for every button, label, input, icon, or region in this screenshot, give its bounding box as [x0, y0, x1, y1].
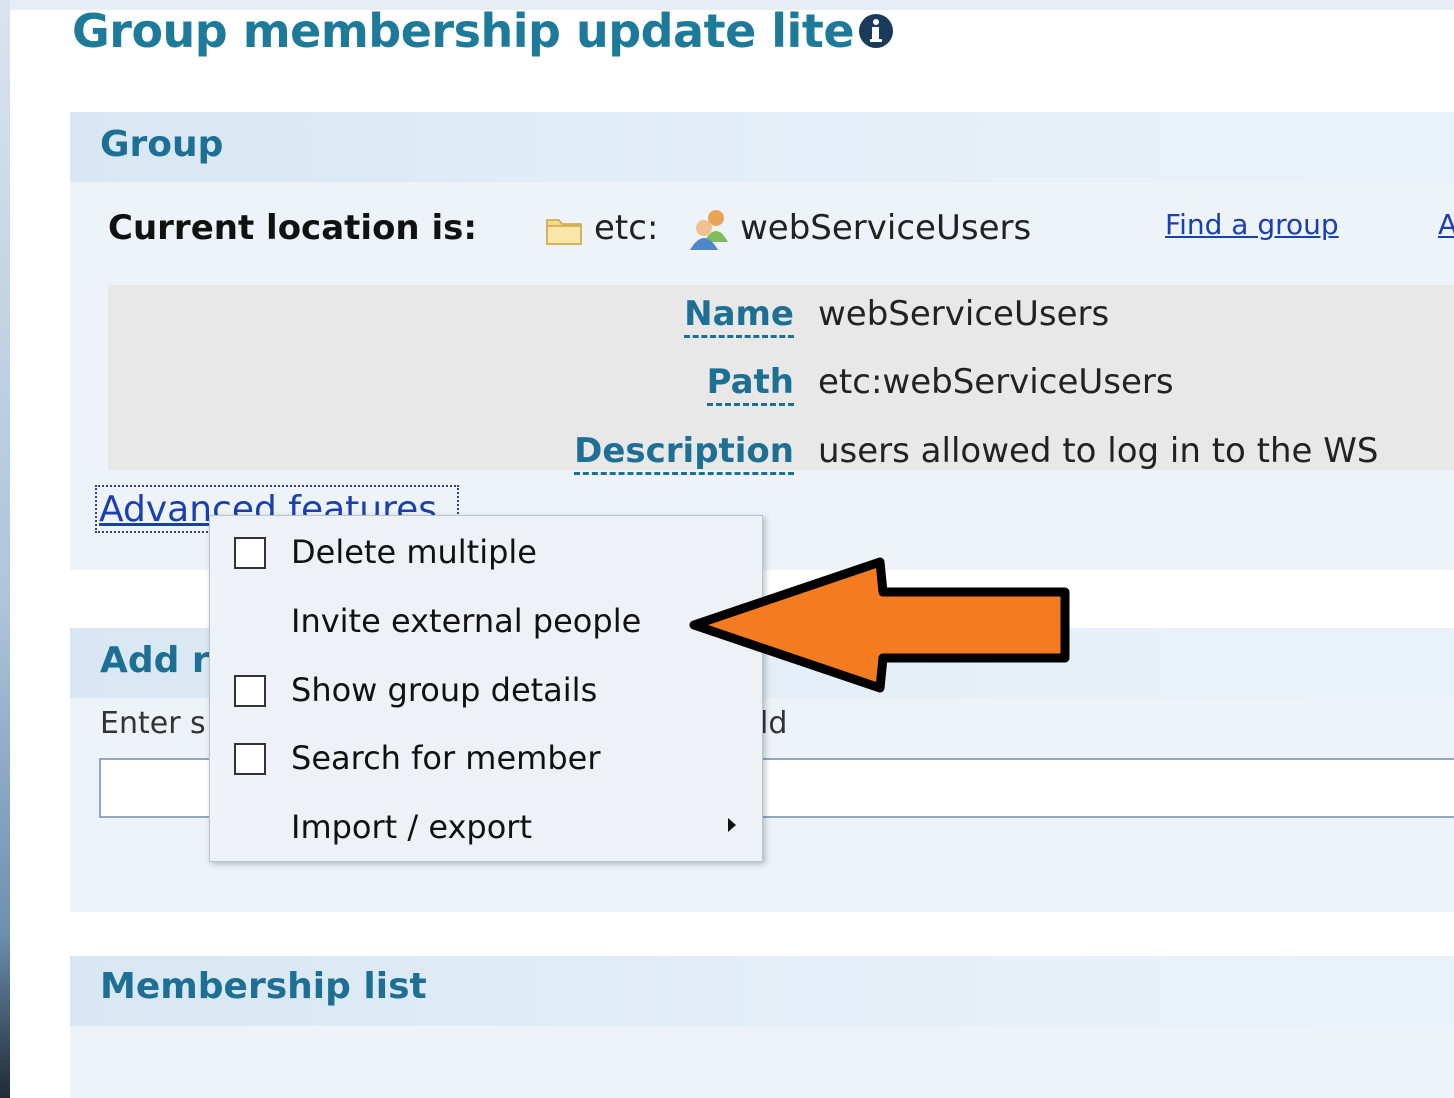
membership-list-section: Membership list: [70, 956, 1454, 1098]
submenu-arrow-icon: [728, 818, 736, 832]
info-icon[interactable]: [857, 12, 895, 50]
group-section-title: Group: [100, 124, 224, 165]
add-member-section-title: Add r: [100, 640, 210, 681]
membership-list-title: Membership list: [100, 966, 427, 1007]
menu-item-import-export[interactable]: Import / export: [210, 796, 762, 860]
menu-item-label: Import / export: [291, 808, 532, 846]
find-group-link[interactable]: Find a group: [1165, 208, 1339, 241]
folder-icon[interactable]: [545, 214, 583, 246]
name-label: Name: [684, 293, 794, 338]
membership-list-header: Membership list: [70, 956, 1454, 1026]
checkbox[interactable]: [234, 537, 266, 569]
current-location-label: Current location is:: [108, 208, 477, 248]
page-title: Group membership update lite: [72, 4, 855, 58]
path-label: Path: [706, 361, 794, 406]
checkbox[interactable]: [234, 743, 266, 775]
location-group-name: webServiceUsers: [740, 208, 1032, 248]
group-details-box: Name webServiceUsers Path etc:webService…: [108, 285, 1454, 475]
menu-item-label: Show group details: [291, 671, 598, 709]
add-member-hint-tail: ld: [760, 706, 788, 741]
group-section-header: Group: [70, 112, 1454, 182]
add-member-hint: Enter s: [100, 706, 206, 741]
name-value: webServiceUsers: [818, 294, 1110, 334]
location-folder-link[interactable]: etc:: [594, 208, 658, 248]
checkbox[interactable]: [234, 675, 266, 707]
group-icon: [690, 210, 728, 250]
truncated-link[interactable]: A: [1438, 208, 1454, 241]
left-window-edge: [0, 0, 10, 1098]
description-value: users allowed to log in to the WS: [818, 431, 1379, 471]
menu-item-search-member[interactable]: Search for member: [210, 727, 762, 791]
path-value: etc:webServiceUsers: [818, 362, 1174, 402]
menu-item-label: Invite external people: [291, 602, 642, 640]
callout-arrow-icon: [689, 557, 1070, 693]
menu-item-label: Search for member: [291, 739, 601, 777]
menu-item-label: Delete multiple: [291, 533, 537, 571]
description-label: Description: [574, 430, 794, 475]
